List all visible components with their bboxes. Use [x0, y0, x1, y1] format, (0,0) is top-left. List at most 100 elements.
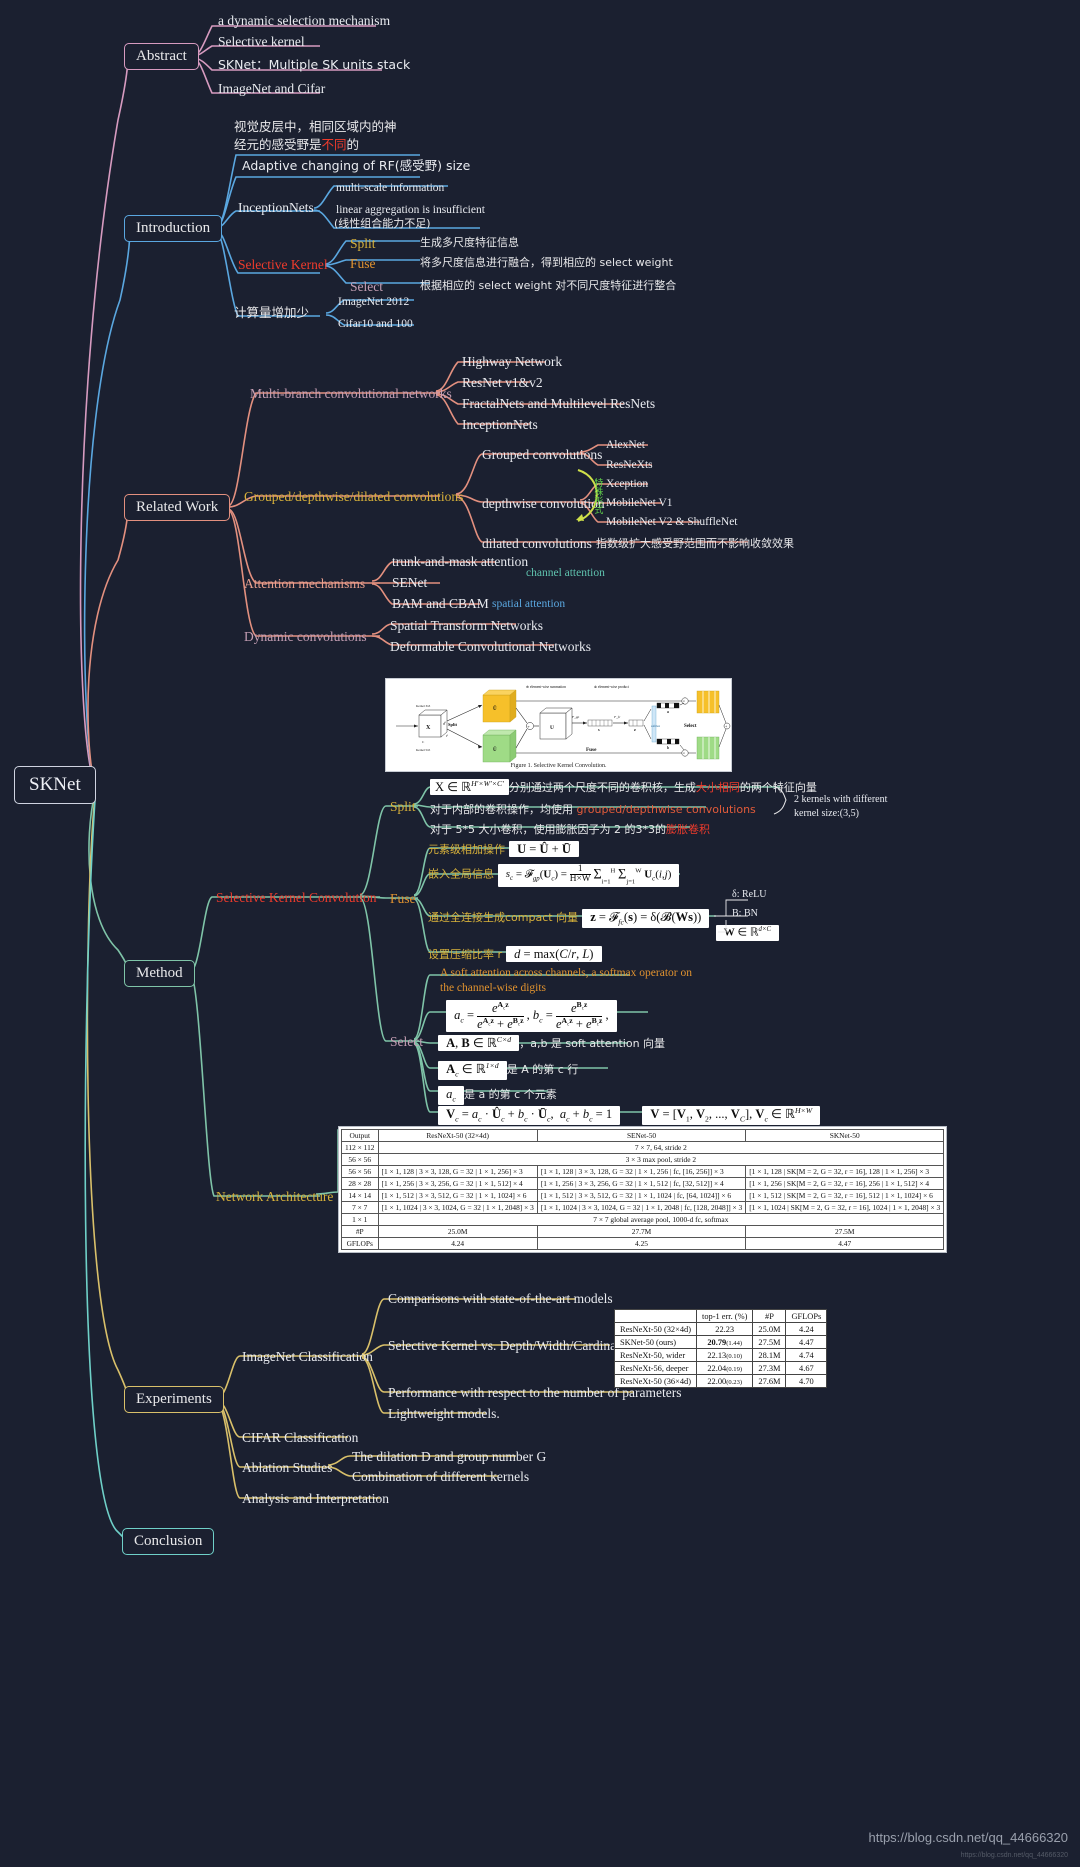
- method-skc-label: Selective Kernel Convolution: [216, 890, 377, 905]
- svg-text:softmax: softmax: [651, 725, 661, 728]
- intro-inception-item-2: (线性组合能力不足): [334, 217, 431, 230]
- results-col-2: #P: [752, 1309, 787, 1323]
- table-row: 112 × 112 7 × 7, 64, stride 2: [341, 1141, 945, 1154]
- branch-conclusion[interactable]: Conclusion: [122, 1528, 215, 1556]
- rw-grouped-conv-item-0: AlexNet: [606, 439, 645, 451]
- rw-depthwise-item-2: MobileNet V2 & ShuffleNet: [606, 516, 738, 528]
- svg-text:s: s: [598, 727, 600, 732]
- select-formula-4: Vc = ac · Ûc + bc · Ūc, ac + bc = 1: [438, 1106, 621, 1126]
- intro-note-pre: 经元的感受野是: [234, 137, 322, 152]
- branch-related-work[interactable]: Related Work: [124, 494, 231, 522]
- svg-text:Fuse: Fuse: [586, 747, 597, 753]
- method-split-row-0: X ∈ ℝH′×W′×C′ 分别通过两个尺度不同的卷积核，生成大小相同的两个特征向…: [430, 778, 817, 796]
- method-fuse-row-0: 元素级相加操作 U = Û + Ū: [428, 840, 579, 858]
- select-row2-cn: 是 A 的第 c 行: [506, 1063, 579, 1076]
- figure-caption: Figure 1. Selective Kernel Convolution.: [510, 763, 607, 769]
- rw-depthwise-conv: depthwise convolution: [482, 496, 605, 511]
- branch-method-label: Method: [136, 965, 183, 981]
- method-split-key: Split: [390, 799, 416, 814]
- svg-text:b: b: [667, 746, 669, 750]
- fuse-row3-cn: 设置压缩比率 r: [428, 948, 503, 961]
- fuse-formula-0: U = Û + Ū: [509, 841, 579, 858]
- svg-text:Split: Split: [448, 722, 458, 727]
- imagenet-results-table: top-1 err. (%) #P GFLOPs ResNeXt-50 (32×…: [613, 1309, 828, 1388]
- rw-grouped-label: Grouped/depthwise/dilated convolutions: [244, 489, 464, 504]
- rw-dilated-conv: dilated convolutions: [482, 536, 592, 551]
- fuse-formula-W: W ∈ ℝd×C: [716, 925, 779, 941]
- select-row1-cn: ，a,b 是 soft attention 向量: [519, 1037, 666, 1050]
- intro-sk-key-1: Fuse: [350, 256, 376, 271]
- table-row: 1 × 1 7 × 7 global average pool, 1000-d …: [341, 1213, 945, 1226]
- watermark-url: https://blog.csdn.net/qq_44666320: [868, 1830, 1069, 1845]
- rw-attention-item-1: SENet: [392, 575, 428, 590]
- abstract-item-0: a dynamic selection mechanism: [218, 13, 391, 28]
- fuse-row1-cn: 嵌入全局信息: [428, 867, 494, 881]
- branch-introduction[interactable]: Introduction: [124, 215, 223, 243]
- rw-grouped-arrow-note: 特殊形式: [592, 478, 603, 514]
- svg-text:X: X: [426, 725, 431, 731]
- exp-imagenet-item-1: Selective Kernel vs. Depth/Width/Cardina…: [388, 1338, 635, 1353]
- rw-attention-item-0: trunk-and-mask attention: [392, 554, 529, 569]
- split-row2-cn: 对于 5*5 大小卷积，使用膨胀因子为 2 的3*3的: [430, 823, 666, 836]
- svg-text:z: z: [634, 727, 636, 732]
- abstract-item-3: ImageNet and Cifar: [218, 81, 326, 96]
- rw-depthwise-item-1: MobileNet V1: [606, 497, 673, 509]
- abstract-item-1: Selective kernel: [218, 34, 305, 49]
- intro-inceptionnets: InceptionNets: [238, 200, 314, 215]
- svg-text:×: ×: [683, 699, 685, 704]
- intro-sk-desc-2: 根据相应的 select weight 对不同尺度特征进行整合: [420, 279, 677, 292]
- branch-introduction-label: Introduction: [136, 220, 211, 236]
- rw-attention-annot-0: channel attention: [526, 567, 605, 579]
- branch-abstract[interactable]: Abstract: [124, 43, 199, 71]
- intro-compute-label: 计算量增加少: [234, 305, 310, 320]
- rw-dynamic-item-1: Deformable Convolutional Networks: [390, 639, 591, 654]
- rw-attention-label: Attention mechanisms: [244, 576, 366, 591]
- fuse-row0-cn: 元素级相加操作: [428, 843, 505, 856]
- branch-method[interactable]: Method: [124, 960, 195, 988]
- branch-conclusion-label: Conclusion: [134, 1533, 203, 1549]
- split-row2-hl: 膨胀卷积: [665, 823, 710, 836]
- method-architecture-label: Network Architecture: [216, 1189, 334, 1204]
- svg-text:Kernel 5x5: Kernel 5x5: [416, 748, 431, 752]
- fuse-formula-1: sc = 𝓕gp(Uc) = 1 H×W Σi=1H Σj=1W Uc(i,j): [498, 864, 680, 887]
- split-row1-hl: grouped/depthwise convolutions: [576, 803, 756, 816]
- rw-multibranch-item-3: InceptionNets: [462, 417, 538, 432]
- results-col-3: GFLOPs: [785, 1309, 828, 1323]
- svg-text:F_fc: F_fc: [613, 715, 621, 719]
- table-row: 56 × 56 [1 × 1, 128 | 3 × 3, 128, G = 32…: [341, 1165, 945, 1178]
- branch-related-work-label: Related Work: [136, 499, 219, 515]
- method-select-header: A soft attention across channels, a soft…: [440, 967, 692, 994]
- results-header-row: top-1 err. (%) #P GFLOPs: [613, 1309, 828, 1323]
- split-row1-cn: 对于内部的卷积操作，均使用: [430, 803, 577, 816]
- method-fuse-row-3: 设置压缩比率 r d = max(C/r, L): [428, 945, 602, 963]
- rw-depthwise-item-0: Xception: [606, 478, 649, 490]
- intro-note-highlight: 不同: [321, 137, 347, 152]
- split-row0-cn-a: 分别通过两个尺度不同的卷积核，生成: [508, 781, 696, 794]
- exp-imagenet-item-0: Comparisons with state-of-the-art models: [388, 1291, 613, 1306]
- rw-dynamic-label: Dynamic convolutions: [244, 629, 367, 644]
- method-fuse-side-note-1: B: BN: [732, 908, 758, 919]
- branch-experiments-label: Experiments: [136, 1391, 212, 1407]
- svg-text:U: U: [550, 725, 554, 731]
- select-formula-1: A, B ∈ ℝC×d: [438, 1034, 520, 1052]
- exp-analysis-label: Analysis and Interpretation: [242, 1491, 389, 1506]
- root-node-sknet[interactable]: SKNet: [14, 766, 96, 804]
- exp-ablation-item-1: Combination of different kernels: [352, 1469, 530, 1484]
- fuse-row2-cn: 通过全连接生成compact 向量: [428, 911, 579, 924]
- network-architecture-table: Output ResNeXt-50 (32×4d) SENet-50 SKNet…: [338, 1126, 948, 1253]
- arch-header-row: Output ResNeXt-50 (32×4d) SENet-50 SKNet…: [341, 1129, 945, 1142]
- table-row: GFLOPs 4.24 4.25 4.47: [341, 1237, 945, 1250]
- branch-abstract-label: Abstract: [136, 48, 187, 64]
- svg-text:Û: Û: [493, 706, 497, 712]
- rw-dynamic-item-0: Spatial Transform Networks: [390, 618, 543, 633]
- rw-multi-branch-label: Multi-branch convolutional networks: [250, 386, 452, 401]
- intro-compute-item-0: ImageNet 2012: [338, 296, 410, 308]
- rw-attention-item-2: BAM and CBAM: [392, 596, 489, 611]
- table-row: ResNeXt-50 (36×4d) 22.00(0.23) 27.6M 4.7…: [613, 1374, 828, 1388]
- method-select-key: Select: [390, 1034, 423, 1049]
- method-fuse-row-2: 通过全连接生成compact 向量 z = 𝓕fc(s) = δ(𝓑(Ws)): [428, 908, 710, 929]
- split-row0-hl: 大小相同: [695, 781, 740, 794]
- rw-multibranch-item-2: FractalNets and Multilevel ResNets: [462, 396, 656, 411]
- intro-selective-kernel: Selective Kernel: [238, 257, 328, 272]
- branch-experiments[interactable]: Experiments: [124, 1386, 224, 1414]
